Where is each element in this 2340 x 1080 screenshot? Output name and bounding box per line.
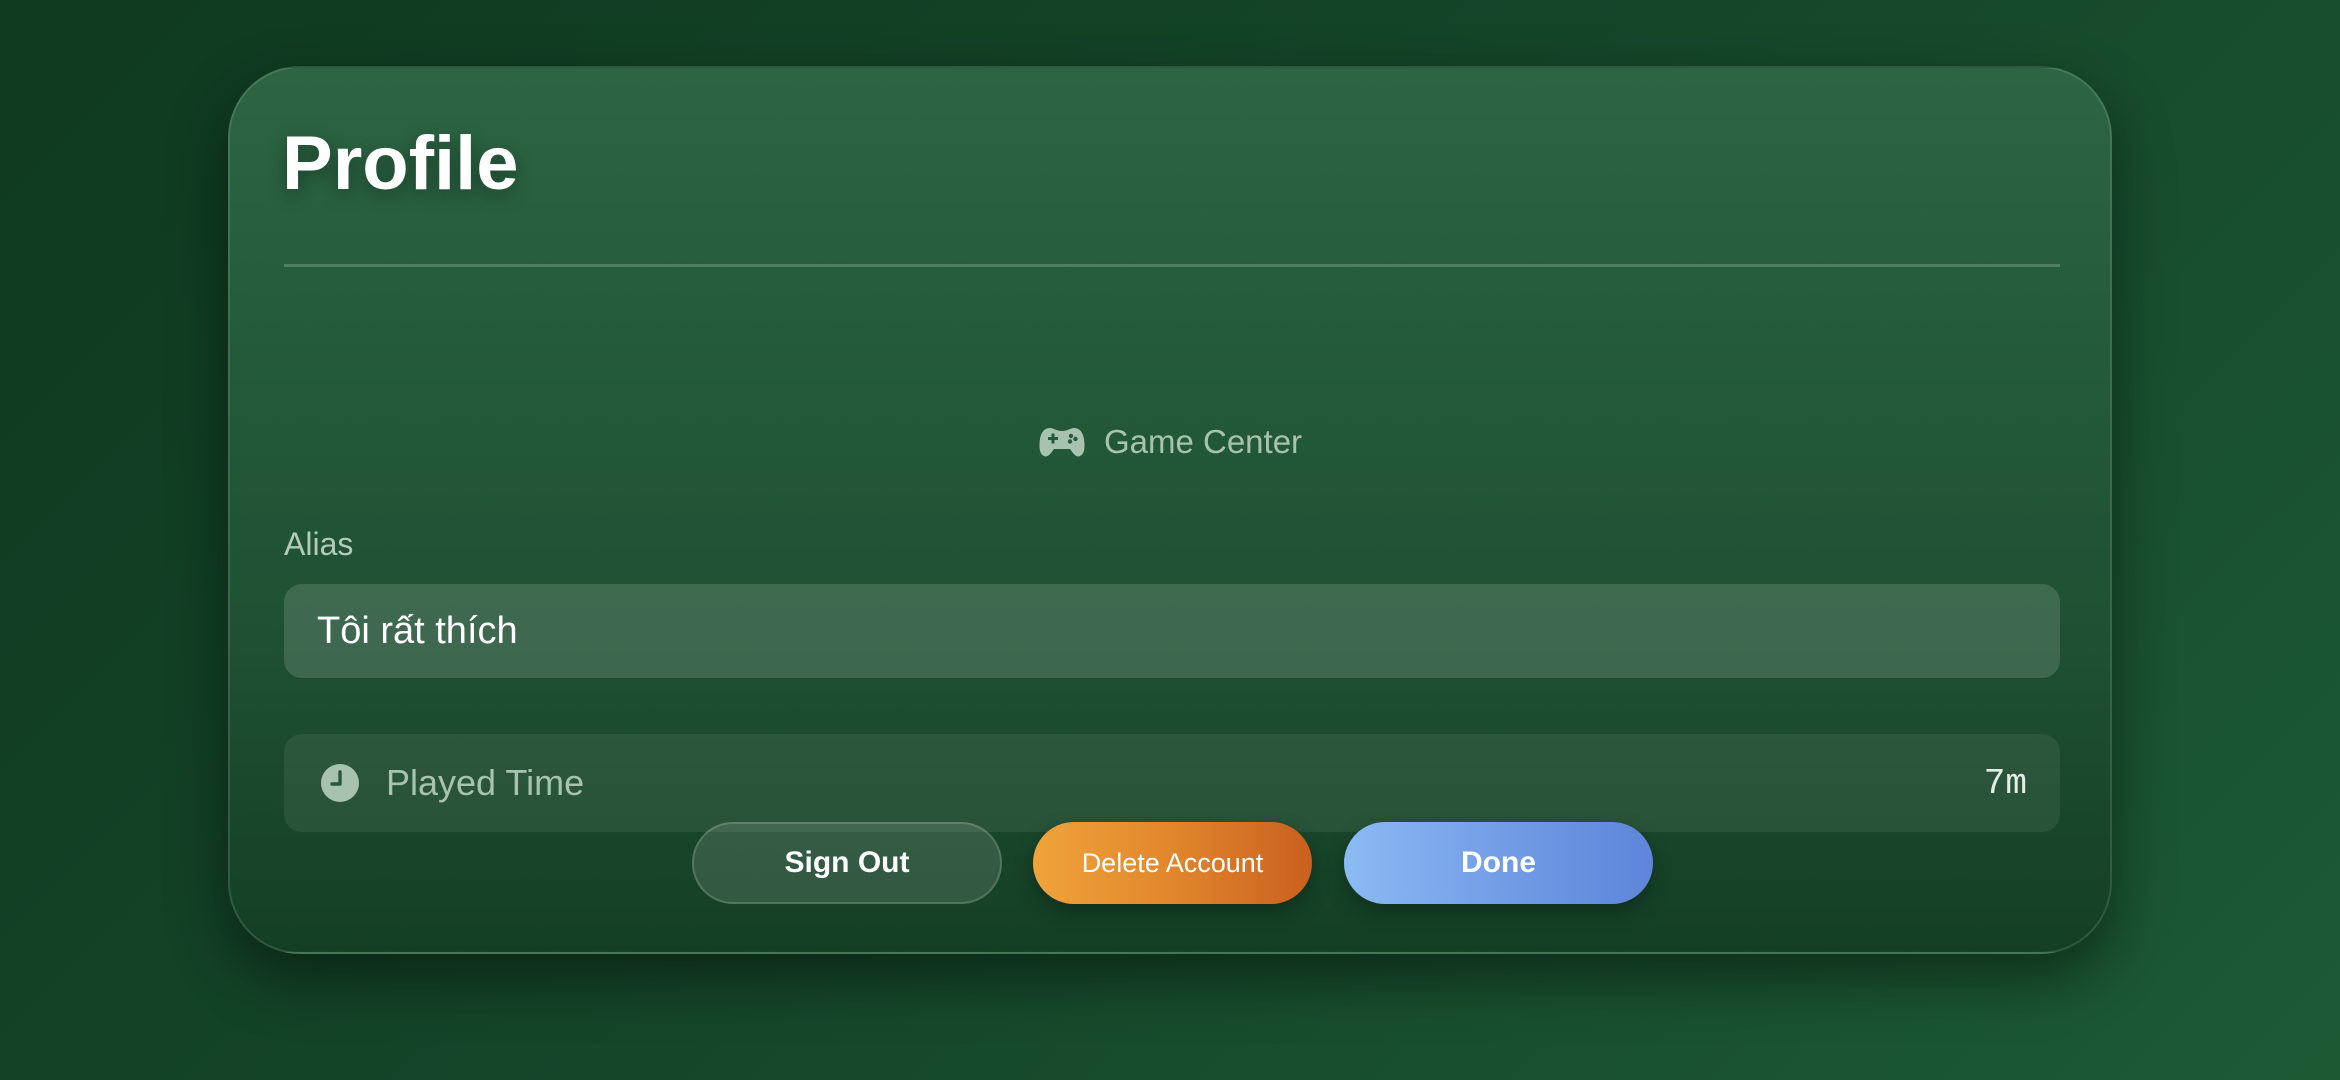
page-title: Profile [282, 121, 519, 206]
game-center-row: Game Center [230, 414, 2110, 470]
divider [284, 264, 2060, 267]
clock-icon [320, 763, 360, 803]
done-button[interactable]: Done [1344, 822, 1653, 904]
played-time-row: Played Time 7m [284, 734, 2060, 832]
gamecontroller-icon [1038, 424, 1086, 460]
sign-out-button[interactable]: Sign Out [692, 822, 1002, 904]
game-center-label: Game Center [1103, 423, 1303, 460]
played-time-label: Played Time [386, 762, 585, 803]
delete-account-button[interactable]: Delete Account [1033, 822, 1312, 904]
alias-label: Alias [284, 526, 354, 562]
played-time-value: 7m [1983, 762, 2027, 804]
alias-input[interactable]: Tôi rất thích [284, 584, 2060, 678]
alias-input-value: Tôi rất thích [317, 609, 518, 652]
profile-card: Profile Game Center Alias Tôi rất thích … [228, 66, 2112, 954]
